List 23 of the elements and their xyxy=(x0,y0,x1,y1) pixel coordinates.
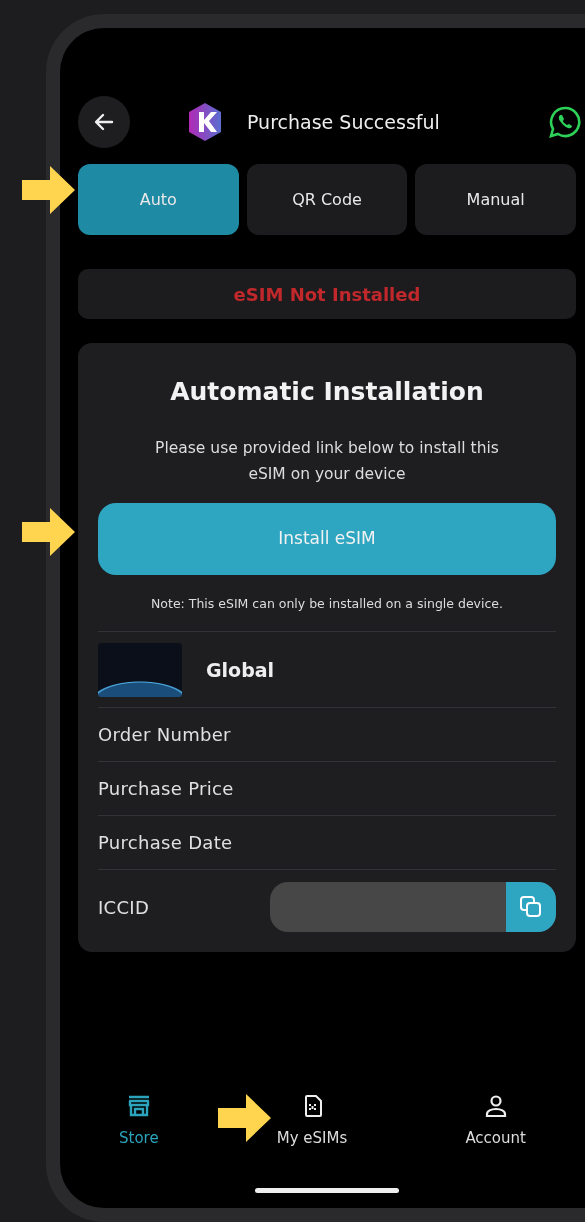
row-label: Order Number xyxy=(98,723,231,748)
copy-icon[interactable] xyxy=(506,882,556,933)
arrow-icon xyxy=(218,1094,272,1142)
nav-item[interactable]: Account xyxy=(459,1092,532,1151)
tab[interactable]: Manual xyxy=(415,164,576,235)
row-label: Purchase Date xyxy=(98,831,233,856)
plan-name: Global xyxy=(206,658,275,683)
card-title: Automatic Installation xyxy=(169,376,485,408)
nav-item[interactable]: My eSIMs xyxy=(270,1092,354,1151)
logo-icon xyxy=(187,102,223,142)
tab[interactable]: QR Code xyxy=(246,164,408,235)
back-button[interactable] xyxy=(78,96,130,148)
arrow-icon xyxy=(22,166,76,214)
nav-item[interactable]: Store xyxy=(113,1092,165,1151)
chat-phone-icon[interactable] xyxy=(548,105,582,139)
status-banner: eSIM Not Installed xyxy=(78,269,576,319)
arrow-icon xyxy=(22,508,76,556)
row-label: ICCID xyxy=(98,895,150,920)
screen-title: Purchase Successful xyxy=(247,109,440,135)
note-text: Note: This eSIM can only be installed on a single device. xyxy=(150,594,504,613)
description-text: Please use provided link below to install this eSIM on your device xyxy=(154,437,500,485)
iccid-field[interactable] xyxy=(270,882,556,933)
row-label: Purchase Price xyxy=(98,777,234,802)
